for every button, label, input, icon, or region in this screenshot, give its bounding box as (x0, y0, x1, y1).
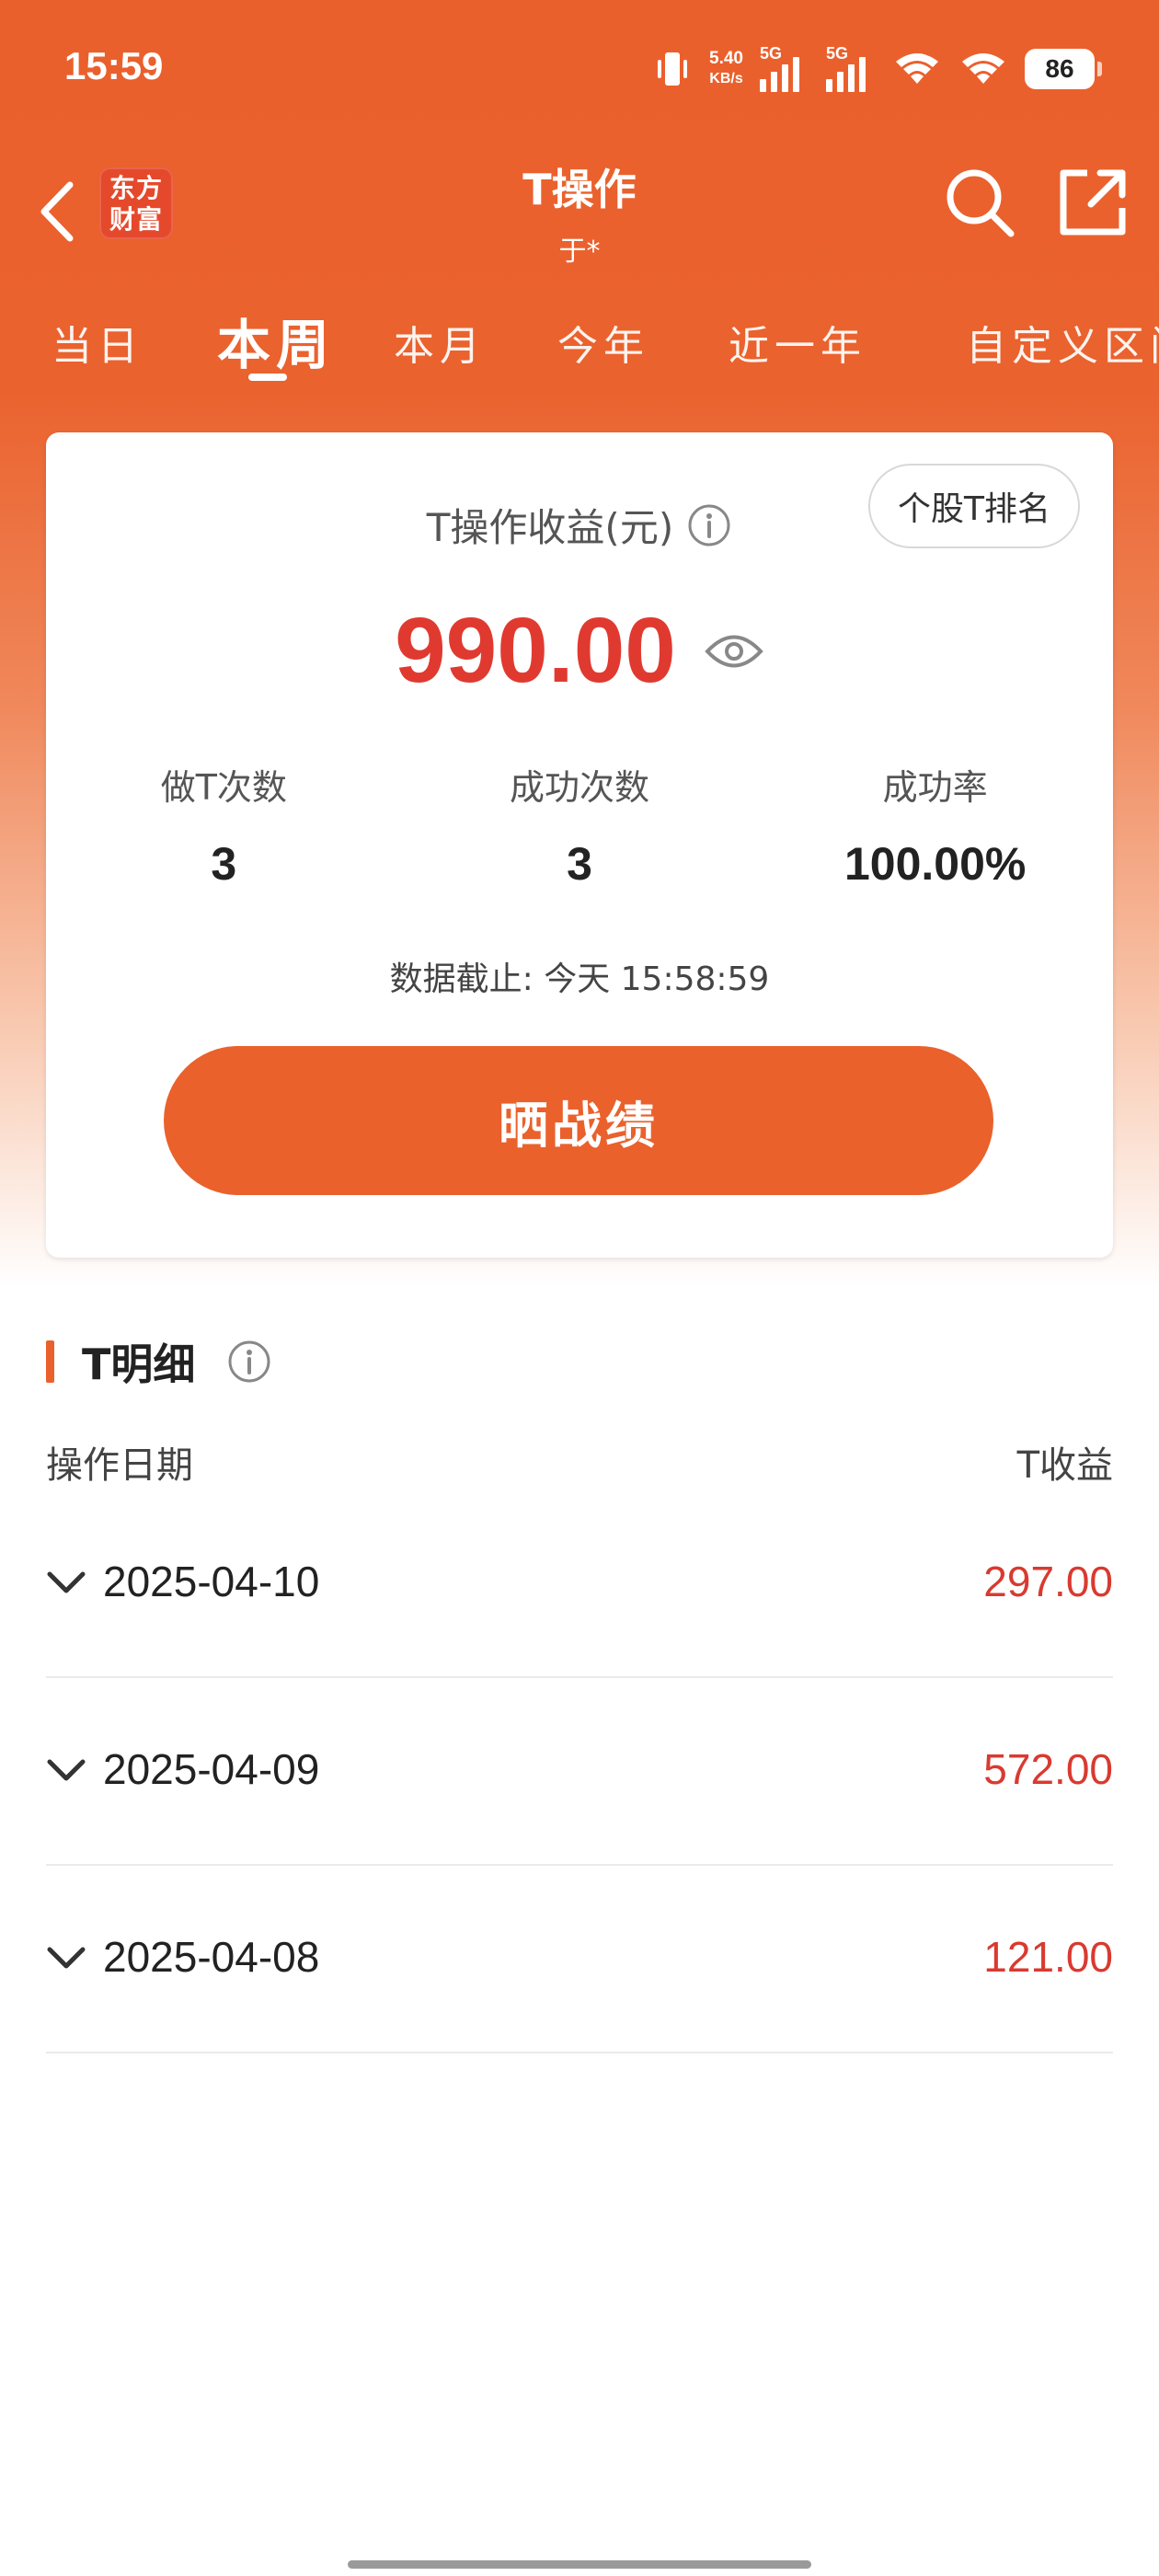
sim1-label: 5G (760, 44, 783, 63)
tab-custom-range[interactable]: 自定义区间 (966, 313, 1159, 372)
row-date: 2025-04-09 (103, 1745, 320, 1793)
detail-title: T明细 (82, 1340, 196, 1389)
info-icon[interactable] (686, 502, 732, 548)
stat-value: 100.00% (843, 838, 1027, 890)
tab-last-year[interactable]: 近一年 (729, 313, 866, 372)
status-bar: 15:59 5.40 KB/s 5G 5G 86 (0, 0, 1159, 138)
share-icon (1060, 169, 1126, 236)
list-item[interactable]: 2025-04-10 297.00 (46, 1490, 1113, 1678)
search-button[interactable] (943, 166, 1016, 239)
app-header: 东方 财富 T操作 于* (0, 147, 1159, 276)
profit-label: T操作收益(元) (426, 505, 674, 550)
row-profit: 121.00 (983, 1933, 1113, 1981)
row-profit: 297.00 (983, 1558, 1113, 1605)
share-button[interactable] (1056, 166, 1130, 239)
page-subtitle: 于* (558, 236, 601, 268)
logo-line2: 财富 (109, 204, 163, 235)
network-speed-value: 5.40 (709, 49, 743, 68)
chevron-down-icon (47, 1759, 86, 1781)
profit-value: 990.00 (395, 599, 676, 702)
stat-label: 成功率 (882, 767, 988, 808)
stat-success-rate: 成功率 100.00% (757, 759, 1113, 891)
column-header-profit: T收益 (1016, 1444, 1113, 1487)
network-speed: 5.40 KB/s (709, 49, 743, 89)
chevron-down-icon (47, 1571, 86, 1593)
section-accent-bar (46, 1340, 54, 1383)
stats-row: 做T次数 3 成功次数 3 成功率 100.00% (46, 759, 1113, 891)
tab-this-week[interactable]: 本周 (217, 302, 335, 379)
eye-icon[interactable] (704, 628, 764, 674)
battery-icon: 86 (1025, 49, 1102, 89)
summary-card: 个股T排名 T操作收益(元) 990.00 做T次数 3 成功次数 3 成功率 … (46, 432, 1113, 1258)
network-speed-unit: KB/s (709, 71, 743, 86)
sim2-label: 5G (826, 44, 849, 63)
back-button[interactable] (37, 170, 83, 253)
stat-label: 做T次数 (160, 767, 287, 808)
back-arrow-icon (40, 181, 74, 242)
status-time: 15:59 (64, 44, 164, 87)
stat-value: 3 (211, 838, 237, 890)
home-indicator[interactable] (348, 2560, 811, 2569)
profit-label-row: T操作收益(元) (46, 497, 1113, 553)
title-block: T操作 于* (396, 156, 763, 269)
data-cutoff-time: 数据截止: 今天 15:58:59 (389, 960, 770, 998)
row-date: 2025-04-10 (103, 1558, 320, 1605)
wifi-icon (962, 53, 1004, 84)
row-profit: 572.00 (983, 1745, 1113, 1793)
wifi-plus-icon (896, 53, 938, 84)
vibrate-icon (658, 52, 688, 86)
list-item[interactable]: 2025-04-08 121.00 (46, 1866, 1113, 2053)
logo-line1: 东方 (109, 173, 163, 203)
detail-list: 2025-04-10 297.00 2025-04-09 572.00 2025… (46, 1490, 1113, 2053)
status-icons: 5.40 KB/s 5G 5G 86 (652, 37, 1102, 101)
chevron-down-icon (47, 1947, 86, 1969)
share-record-button[interactable]: 晒战绩 (164, 1046, 993, 1195)
signal-sim2-icon: 5G (826, 44, 876, 92)
tab-today[interactable]: 当日 (52, 313, 143, 372)
stat-t-count: 做T次数 3 (46, 759, 402, 891)
page-title: T操作 (522, 165, 637, 214)
list-item[interactable]: 2025-04-09 572.00 (46, 1678, 1113, 1866)
row-date: 2025-04-08 (103, 1933, 320, 1981)
search-icon (947, 169, 1015, 237)
stat-label: 成功次数 (510, 767, 650, 808)
signal-sim1-icon: 5G (760, 44, 809, 92)
info-icon[interactable] (226, 1339, 272, 1385)
detail-section-header: T明细 (46, 1334, 272, 1389)
app-logo: 东方 财富 (99, 167, 173, 239)
stat-value: 3 (567, 838, 592, 890)
period-tabs: 当日 本周 本月 今年 近一年 自定义区间 (0, 294, 1159, 396)
tab-this-month[interactable]: 本月 (394, 313, 486, 372)
stat-success-count: 成功次数 3 (402, 759, 758, 891)
tab-this-year[interactable]: 今年 (557, 313, 649, 372)
profit-row: 990.00 (46, 598, 1113, 704)
active-tab-indicator (248, 374, 287, 381)
column-header-date: 操作日期 (46, 1444, 193, 1487)
